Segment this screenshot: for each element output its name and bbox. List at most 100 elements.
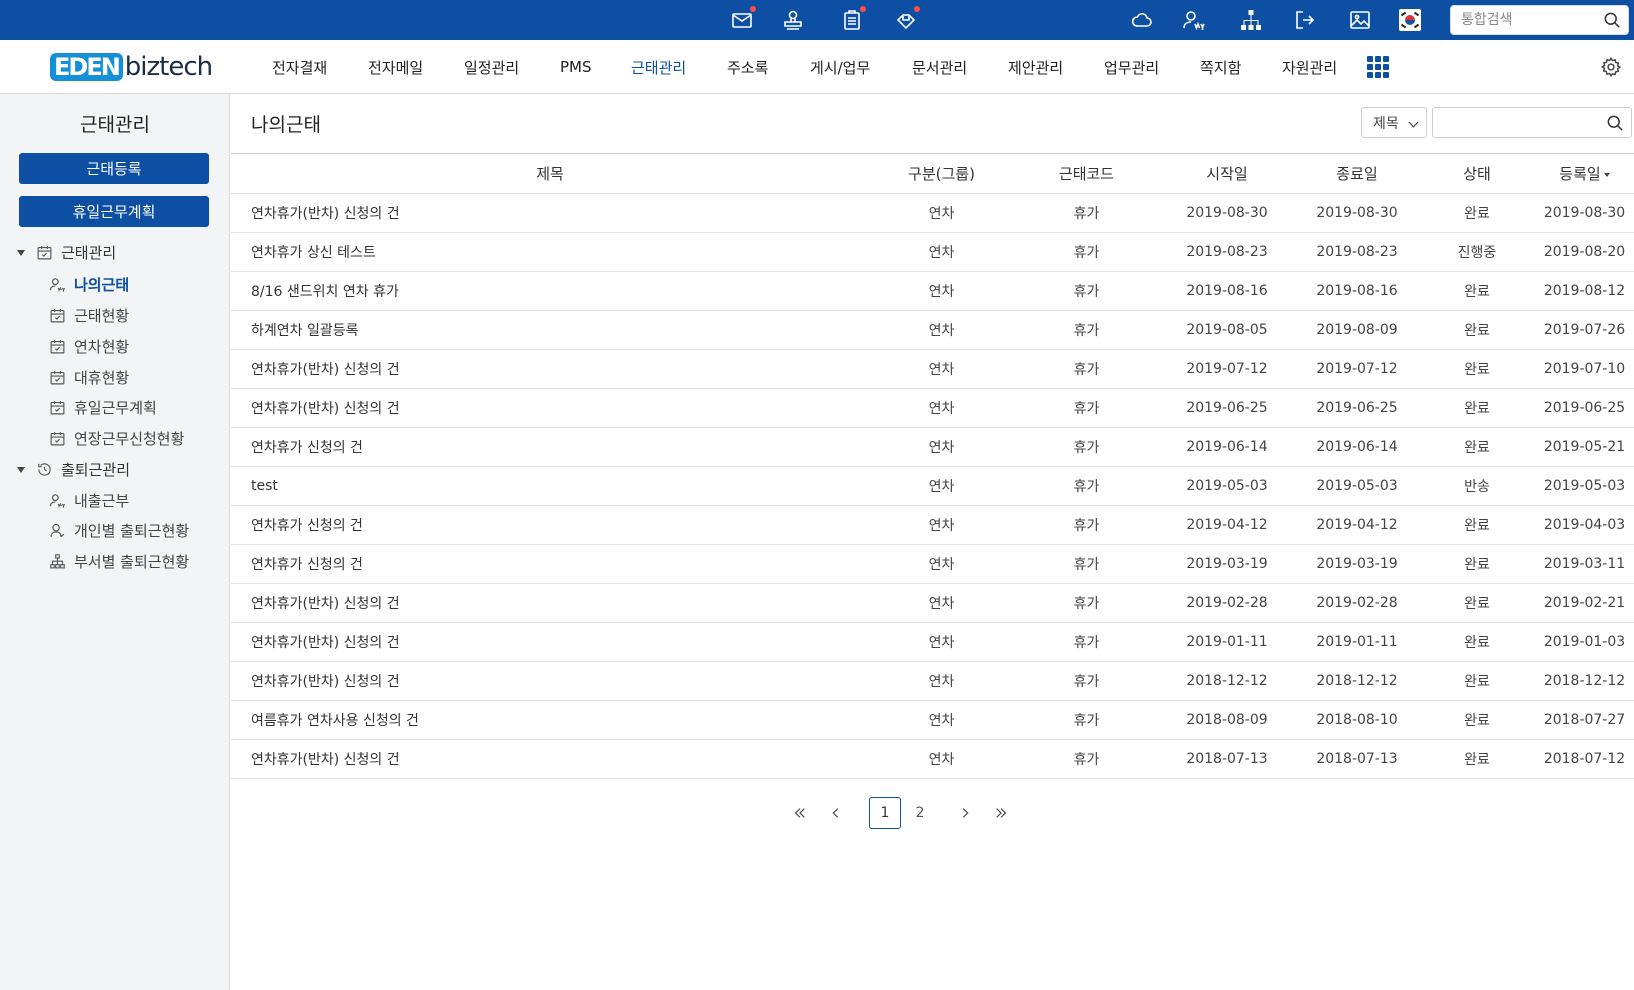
approval-stamp-icon[interactable] xyxy=(779,6,807,34)
eden-biztech-logo[interactable]: EDEN biztech xyxy=(50,52,213,82)
cell-registered-date: 2019-03-11 xyxy=(1535,544,1634,584)
cell-title[interactable]: 연차휴가 신청의 건 xyxy=(231,544,869,584)
table-row[interactable]: 연차휴가(반차) 신청의 건 연차 휴가 2019-07-12 2019-07-12 완료… xyxy=(231,349,1634,389)
top-bar xyxy=(0,0,1634,40)
page-2-button[interactable]: 2 xyxy=(904,797,936,829)
sidebar-item-my-attendance[interactable]: 나의근태 xyxy=(49,274,129,295)
cell-group: 연차 xyxy=(869,622,1014,662)
sidebar-item-department-commute-status[interactable]: 부서별 출퇴근현황 xyxy=(49,551,189,572)
register-attendance-button[interactable]: 근태등록 xyxy=(19,153,209,184)
prev-page-button[interactable] xyxy=(820,797,852,829)
nav-resources[interactable]: 자원관리 xyxy=(1282,40,1337,94)
nav-proposals[interactable]: 제안관리 xyxy=(1008,40,1063,94)
first-page-button[interactable] xyxy=(784,797,816,829)
cell-title[interactable]: 연차휴가(반차) 신청의 건 xyxy=(231,622,869,662)
holiday-work-plan-button[interactable]: 휴일근무계획 xyxy=(19,196,209,227)
next-page-button[interactable] xyxy=(949,797,981,829)
cell-title[interactable]: 연차휴가(반차) 신청의 건 xyxy=(231,583,869,623)
column-header-registered-date[interactable]: 등록일 xyxy=(1535,153,1634,194)
cloud-icon[interactable] xyxy=(1128,6,1156,34)
sidebar-item-overtime-request-status[interactable]: 연장근무신청현황 xyxy=(49,428,184,449)
sidebar-item-individual-commute-status[interactable]: 개인별 출퇴근현황 xyxy=(49,520,189,541)
sidebar-item-holiday-work-plan[interactable]: 휴일근무계획 xyxy=(49,397,157,418)
mail-icon[interactable] xyxy=(728,6,756,34)
cell-code: 휴가 xyxy=(1014,583,1159,623)
list-search-input[interactable] xyxy=(1433,108,1593,137)
cell-title[interactable]: 연차휴가 신청의 건 xyxy=(231,427,869,467)
table-row[interactable]: 연차휴가(반차) 신청의 건 연차 휴가 2018-12-12 2018-12-12 완료… xyxy=(231,661,1634,701)
cell-code: 휴가 xyxy=(1014,427,1159,467)
korea-flag-icon[interactable] xyxy=(1399,9,1421,31)
search-icon[interactable] xyxy=(1605,113,1625,133)
table-row[interactable]: 연차휴가(반차) 신청의 건 연차 휴가 2019-01-11 2019-01-11 완료… xyxy=(231,622,1634,662)
my-user-icon[interactable] xyxy=(1180,6,1208,34)
sidebar-item-substitute-leave-status[interactable]: 대휴현황 xyxy=(49,367,129,388)
share-icon[interactable] xyxy=(892,6,920,34)
table-row[interactable]: 연차휴가 신청의 건 연차 휴가 2019-03-19 2019-03-19 완료 2019… xyxy=(231,544,1634,584)
nav-tasks[interactable]: 업무관리 xyxy=(1104,40,1159,94)
cell-title[interactable]: 8/16 샌드위치 연차 휴가 xyxy=(231,271,869,311)
nav-email[interactable]: 전자메일 xyxy=(368,40,423,94)
global-search-input[interactable] xyxy=(1451,6,1591,34)
table-row[interactable]: 8/16 샌드위치 연차 휴가 연차 휴가 2019-08-16 2019-08-16 완… xyxy=(231,271,1634,311)
search-icon[interactable] xyxy=(1602,10,1622,30)
cell-end-date: 2018-08-10 xyxy=(1295,700,1419,740)
app-grid-icon[interactable] xyxy=(1367,56,1389,78)
tree-group-attendance[interactable]: 근태관리 xyxy=(17,242,116,263)
org-chart-icon[interactable] xyxy=(1237,6,1265,34)
table-row[interactable]: 연차휴가 신청의 건 연차 휴가 2019-06-14 2019-06-14 완료 2019… xyxy=(231,427,1634,467)
tree-group-commute[interactable]: 출퇴근관리 xyxy=(17,459,130,480)
cell-title[interactable]: 연차휴가(반차) 신청의 건 xyxy=(231,739,869,779)
calendar-check-icon xyxy=(50,401,65,415)
last-page-button[interactable] xyxy=(985,797,1017,829)
page-1-button[interactable]: 1 xyxy=(869,797,901,829)
cell-title[interactable]: 연차휴가(반차) 신청의 건 xyxy=(231,349,869,389)
cell-start-date: 2018-12-12 xyxy=(1159,661,1295,701)
table-row[interactable]: 하계연차 일괄등록 연차 휴가 2019-08-05 2019-08-09 완료 2019-… xyxy=(231,310,1634,350)
cell-title[interactable]: 여름휴가 연차사용 신청의 건 xyxy=(231,700,869,740)
cell-title[interactable]: 연차휴가(반차) 신청의 건 xyxy=(231,193,869,233)
clipboard-icon[interactable] xyxy=(838,6,866,34)
nav-attendance[interactable]: 근태관리 xyxy=(631,40,686,94)
column-header-status[interactable]: 상태 xyxy=(1419,153,1535,194)
column-header-end-date[interactable]: 종료일 xyxy=(1295,153,1419,194)
table-row[interactable]: test 연차 휴가 2019-05-03 2019-05-03 반송 2019-05-03 xyxy=(231,466,1634,506)
table-row[interactable]: 연차휴가(반차) 신청의 건 연차 휴가 2019-02-28 2019-02-28 완료… xyxy=(231,583,1634,623)
column-header-start-date[interactable]: 시작일 xyxy=(1159,153,1295,194)
cell-title[interactable]: 연차휴가 상신 테스트 xyxy=(231,232,869,272)
logout-icon[interactable] xyxy=(1291,6,1319,34)
cell-title[interactable]: 연차휴가 신청의 건 xyxy=(231,505,869,545)
cell-group: 연차 xyxy=(869,739,1014,779)
nav-board[interactable]: 게시/업무 xyxy=(810,40,870,94)
user-icon xyxy=(50,523,65,537)
table-row[interactable]: 연차휴가 신청의 건 연차 휴가 2019-04-12 2019-04-12 완료 2019… xyxy=(231,505,1634,545)
nav-schedule[interactable]: 일정관리 xyxy=(464,40,519,94)
cell-title[interactable]: 하계연차 일괄등록 xyxy=(231,310,869,350)
search-field-select[interactable]: 제목 xyxy=(1361,107,1427,138)
sidebar-item-annual-leave-status[interactable]: 연차현황 xyxy=(49,336,129,357)
sidebar-item-label: 휴일근무계획 xyxy=(74,399,157,417)
nav-approval[interactable]: 전자결재 xyxy=(272,40,327,94)
table-row[interactable]: 여름휴가 연차사용 신청의 건 연차 휴가 2018-08-09 2018-08-10 완… xyxy=(231,700,1634,740)
cell-title[interactable]: 연차휴가(반차) 신청의 건 xyxy=(231,388,869,428)
nav-pms[interactable]: PMS xyxy=(560,40,592,94)
cell-group: 연차 xyxy=(869,466,1014,506)
column-header-group[interactable]: 구분(그룹) xyxy=(869,153,1014,194)
nav-address-book[interactable]: 주소록 xyxy=(727,40,768,94)
column-header-code[interactable]: 근태코드 xyxy=(1014,153,1159,194)
cell-group: 연차 xyxy=(869,193,1014,233)
table-row[interactable]: 연차휴가(반차) 신청의 건 연차 휴가 2019-06-25 2019-06-25 완료… xyxy=(231,388,1634,428)
sidebar-item-attendance-status[interactable]: 근태현황 xyxy=(49,305,129,326)
table-row[interactable]: 연차휴가 상신 테스트 연차 휴가 2019-08-23 2019-08-23 진행중 20… xyxy=(231,232,1634,272)
table-row[interactable]: 연차휴가(반차) 신청의 건 연차 휴가 2019-08-30 2019-08-30 완료… xyxy=(231,193,1634,233)
cell-title[interactable]: 연차휴가(반차) 신청의 건 xyxy=(231,661,869,701)
nav-documents[interactable]: 문서관리 xyxy=(912,40,967,94)
sidebar-item-my-commute-log[interactable]: 내출근부 xyxy=(49,490,129,511)
cell-title[interactable]: test xyxy=(231,466,869,506)
nav-messages[interactable]: 쪽지함 xyxy=(1200,40,1241,94)
gear-icon[interactable] xyxy=(1600,56,1622,78)
cell-status: 완료 xyxy=(1419,310,1535,350)
table-row[interactable]: 연차휴가(반차) 신청의 건 연차 휴가 2018-07-13 2018-07-13 완료… xyxy=(231,739,1634,779)
column-header-title[interactable]: 제목 xyxy=(231,153,869,194)
image-icon[interactable] xyxy=(1346,6,1374,34)
